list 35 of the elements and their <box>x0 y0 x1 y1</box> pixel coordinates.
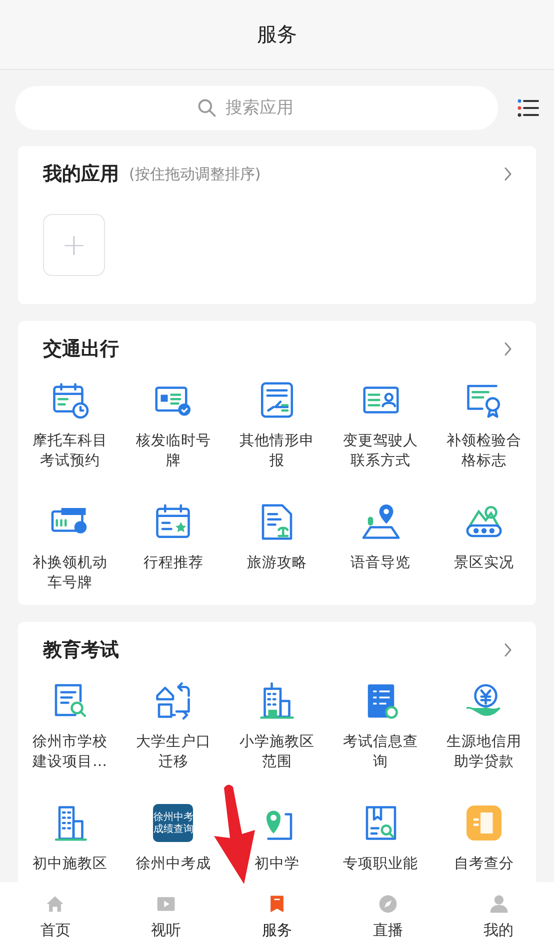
app-label[interactable]: 补换领机动车号牌 <box>32 553 108 593</box>
page-title: 服务 <box>257 21 297 48</box>
compass-icon <box>376 892 399 914</box>
app-label[interactable]: 专项职业能 <box>343 854 418 874</box>
tab-button[interactable]: 我的 <box>443 882 554 950</box>
app-label[interactable]: 徐州市学校建设项目… <box>32 732 108 772</box>
tab-button[interactable]: 直播 <box>332 882 444 950</box>
app-label[interactable]: 生源地信用助学贷款 <box>446 732 522 772</box>
user-icon <box>488 892 510 914</box>
app-label[interactable]: 考试信息查询 <box>342 732 419 772</box>
app-label[interactable]: 补领检验合格标志 <box>446 431 522 471</box>
app-label[interactable]: 大学生户口迁移 <box>135 732 212 772</box>
app-label[interactable]: 小学施教区范围 <box>238 732 315 772</box>
app-label[interactable]: 徐州中考成 <box>136 854 211 874</box>
tab-button[interactable]: 首页 <box>0 882 111 950</box>
section-title: 交通出行 <box>43 337 119 362</box>
tab-button[interactable]: 服务 <box>222 882 332 950</box>
search-icon <box>196 97 218 119</box>
tab-button[interactable]: 视听 <box>110 882 222 950</box>
section-title: 教育考试 <box>43 638 119 663</box>
app-label[interactable]: 核发临时号牌 <box>135 431 212 471</box>
app-label[interactable]: 景区实况 <box>454 553 514 573</box>
app-label[interactable]: 语音导览 <box>350 553 411 573</box>
app-logo[interactable]: 徐州中考 成绩查询 <box>153 804 194 842</box>
search-field[interactable]: 搜索应用 <box>224 97 318 119</box>
section-title: 我的应用 <box>43 162 119 187</box>
app-label[interactable]: 旅游攻略 <box>246 553 307 573</box>
app-label[interactable]: 其他情形申报 <box>238 431 315 471</box>
hint-text: (按住拖动调整排序) <box>129 164 262 184</box>
app-label[interactable]: 行程推荐 <box>143 553 204 573</box>
app-label[interactable]: 摩托车科目考试预约 <box>32 431 108 471</box>
app-label[interactable]: 变更驾驶人联系方式 <box>342 431 419 471</box>
app-label[interactable]: 初中施教区 <box>32 854 108 874</box>
app-label[interactable]: 自考查分 <box>454 854 514 874</box>
app-label[interactable]: 初中学 <box>254 854 300 874</box>
